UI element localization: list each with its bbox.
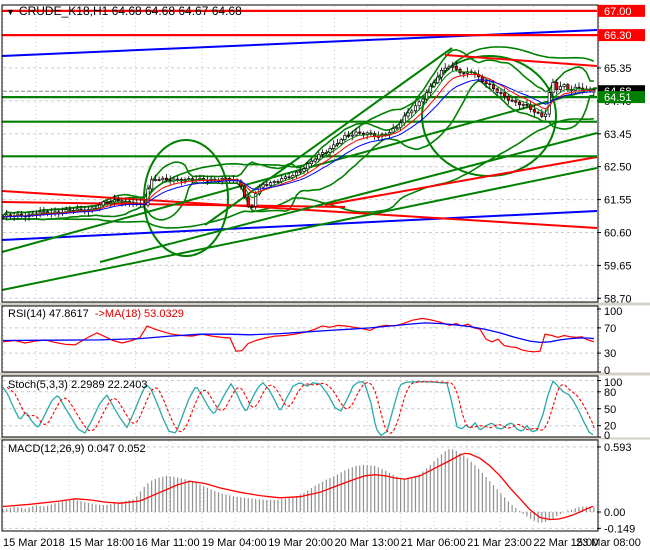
time-label: 16 Mar 11:00 <box>136 537 200 549</box>
time-label: 21 Mar 06:00 <box>401 537 466 549</box>
bollinger-bands-layer <box>2 46 595 229</box>
symbol-period-label: CRUDE_K18,H1 <box>18 4 109 18</box>
level-lines-layer <box>2 9 597 158</box>
svg-text:59.65: 59.65 <box>604 260 632 272</box>
svg-text:62.50: 62.50 <box>604 162 632 174</box>
trendlines-layer <box>1 29 598 291</box>
svg-text:-0.149: -0.149 <box>604 523 635 535</box>
panel-separators <box>0 302 650 440</box>
svg-text:100: 100 <box>604 306 622 318</box>
svg-text:0.00: 0.00 <box>604 507 625 519</box>
dropdown-arrow-icon[interactable]: ▼ <box>6 6 15 18</box>
rsi-layer <box>2 317 595 353</box>
time-axis: 15 Mar 2018 15 Mar 18:00 16 Mar 11:00 19 Ma… <box>3 537 641 549</box>
svg-text:0.593: 0.593 <box>604 442 632 454</box>
svg-text:65.35: 65.35 <box>604 63 632 75</box>
svg-text:0: 0 <box>604 365 610 377</box>
rsi-indicator-label: RSI(14) 47.8617 ->MA(18) 53.0329 <box>8 308 184 320</box>
price-badges: 67.0066.3064.6864.51 <box>598 4 645 104</box>
svg-text:70: 70 <box>604 323 616 335</box>
time-label: 19 Mar 20:00 <box>268 537 333 549</box>
svg-text:50: 50 <box>604 404 616 416</box>
chart-canvas[interactable]: 66.3065.3564.4063.4562.5061.5560.6059.65… <box>0 0 650 550</box>
ohlc-values: 64.68 64.68 64.67 64.68 <box>111 4 242 18</box>
svg-text:0: 0 <box>604 430 610 442</box>
svg-text:61.55: 61.55 <box>604 195 632 207</box>
time-label: 23 Mar 08:00 <box>576 537 641 549</box>
price-axis: 66.3065.3564.4063.4562.5061.5560.6059.65… <box>597 30 635 535</box>
time-label: 15 Mar 18:00 <box>69 537 134 549</box>
svg-text:64.51: 64.51 <box>604 92 632 104</box>
svg-text:60.60: 60.60 <box>604 228 632 240</box>
svg-text:80: 80 <box>604 387 616 399</box>
svg-text:66.30: 66.30 <box>604 30 632 42</box>
trading-chart-window: { "window": { "symbol_period": "CRUDE_K1… <box>0 0 650 550</box>
svg-text:63.45: 63.45 <box>604 129 632 141</box>
time-label: 20 Mar 13:00 <box>335 537 400 549</box>
time-label: 15 Mar 2018 <box>3 537 65 549</box>
svg-text:58.70: 58.70 <box>604 293 632 305</box>
macd-indicator-label: MACD(12,26,9) 0.047 0.052 <box>8 443 146 455</box>
svg-text:30: 30 <box>604 348 616 360</box>
stochastic-indicator-label: Stoch(5,3,3) 2.2989 22.2403 <box>8 379 148 391</box>
time-label: 21 Mar 23:00 <box>467 537 532 549</box>
chart-title: ▼ CRUDE_K18,H1 64.68 64.68 64.67 64.68 <box>6 5 242 18</box>
time-label: 19 Mar 04:00 <box>202 537 267 549</box>
svg-text:67.00: 67.00 <box>604 6 632 18</box>
